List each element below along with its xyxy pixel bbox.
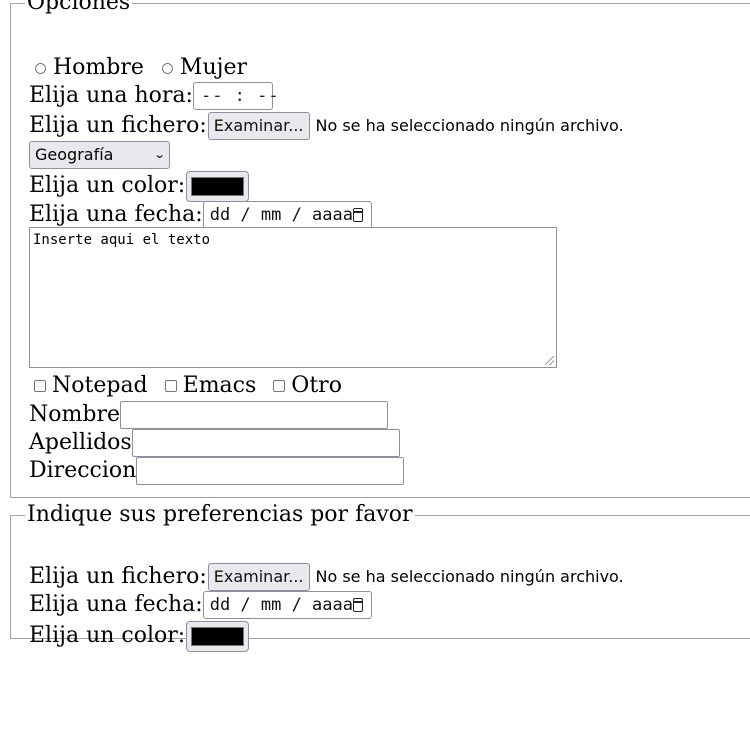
file-status-text-2: No se ha seleccionado ningún archivo. <box>315 567 624 586</box>
file-row-2: Elija un fichero: Examinar... No se ha s… <box>29 563 624 591</box>
comment-textarea[interactable]: Inserte aqui el texto <box>29 227 557 368</box>
color-row-2: Elija un color: <box>29 620 250 652</box>
subject-select-value: Geografía <box>35 145 114 164</box>
checkbox-notepad-label: Notepad <box>52 373 148 398</box>
name-label: Nombre <box>29 402 120 427</box>
browse-file-button[interactable]: Examinar... <box>207 112 310 140</box>
date-input[interactable]: dd / mm / aaaa <box>202 201 372 229</box>
color-picker-2[interactable] <box>186 620 250 652</box>
chevron-down-icon: ⌄ <box>152 148 166 161</box>
radio-mujer-label: Mujer <box>179 55 247 80</box>
preferences-fieldset: Indique sus preferencias por favor Elija… <box>10 502 750 652</box>
address-row: Direccion <box>29 457 405 485</box>
gender-radio-group: Hombre Mujer <box>29 54 247 82</box>
color-row: Elija un color: <box>29 170 250 202</box>
options-fieldset: Opciones Hombre Mujer Elija una hora: --… <box>10 0 750 498</box>
checkbox-notepad[interactable] <box>34 380 46 392</box>
radio-mujer[interactable] <box>161 62 173 74</box>
select-row: Geografía ⌄ <box>29 141 170 169</box>
date-label: Elija una fecha: <box>29 202 203 227</box>
preferences-legend: Indique sus preferencias por favor <box>27 502 413 527</box>
file-status-text: No se ha seleccionado ningún archivo. <box>315 116 624 135</box>
resize-grip-icon[interactable] <box>545 356 554 365</box>
color-swatch-2 <box>191 626 245 646</box>
checkbox-emacs[interactable] <box>164 380 177 392</box>
time-input[interactable]: -- : -- <box>192 82 279 110</box>
editor-checkbox-group: Notepad Emacs Otro <box>29 372 342 400</box>
file-label: Elija un fichero: <box>29 113 207 138</box>
color-label-2: Elija un color: <box>29 623 186 648</box>
options-legend: Opciones <box>27 0 131 15</box>
color-swatch <box>191 176 245 196</box>
file-label-2: Elija un fichero: <box>29 564 207 589</box>
surname-input[interactable] <box>131 429 400 457</box>
color-label: Elija un color: <box>29 173 186 198</box>
date-label-2: Elija una fecha: <box>29 592 203 617</box>
surname-label: Apellidos <box>29 430 132 455</box>
date-placeholder-2: dd / mm / aaaa <box>209 595 353 615</box>
name-row: Nombre <box>29 401 388 429</box>
checkbox-otro[interactable] <box>273 380 286 392</box>
time-row: Elija una hora: -- : -- <box>29 82 279 110</box>
textarea-content: Inserte aqui el texto <box>33 232 211 248</box>
name-input[interactable] <box>119 401 388 429</box>
surname-row: Apellidos <box>29 429 400 457</box>
color-picker[interactable] <box>186 170 250 202</box>
address-label: Direccion <box>29 458 137 483</box>
date-input-2[interactable]: dd / mm / aaaa <box>202 591 372 619</box>
calendar-icon[interactable] <box>353 208 363 222</box>
date-row: Elija una fecha: dd / mm / aaaa <box>29 201 372 229</box>
date-row-2: Elija una fecha: dd / mm / aaaa <box>29 591 372 619</box>
address-input[interactable] <box>136 457 405 485</box>
subject-select[interactable]: Geografía ⌄ <box>29 141 170 169</box>
checkbox-otro-label: Otro <box>291 373 342 398</box>
radio-hombre-label: Hombre <box>53 55 144 80</box>
radio-hombre[interactable] <box>35 62 46 74</box>
browse-file-button-2[interactable]: Examinar... <box>207 563 310 591</box>
checkbox-emacs-label: Emacs <box>182 373 257 398</box>
file-row: Elija un fichero: Examinar... No se ha s… <box>29 112 624 140</box>
time-label: Elija una hora: <box>29 83 193 108</box>
calendar-icon[interactable] <box>353 598 363 612</box>
date-placeholder: dd / mm / aaaa <box>209 205 353 225</box>
